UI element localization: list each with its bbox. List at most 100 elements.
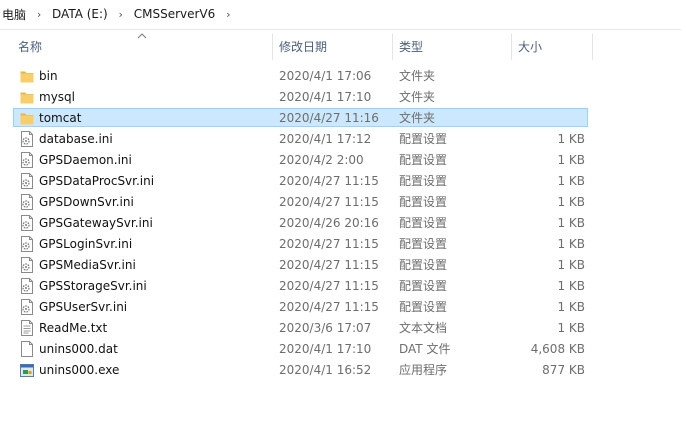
file-size: 1 KB <box>557 132 585 146</box>
file-date: 2020/4/27 11:15 <box>279 195 379 209</box>
file-name[interactable]: bin <box>39 66 58 87</box>
file-size: 1 KB <box>557 258 585 272</box>
file-row[interactable]: GPSDataProcSvr.ini 2020/4/27 11:15 配置设置 1 K… <box>0 171 681 192</box>
file-size: 1 KB <box>557 237 585 251</box>
file-row[interactable]: GPSMediaSvr.ini 2020/4/27 11:15 配置设置 1 KB <box>0 255 681 276</box>
column-header-type[interactable]: 类型 <box>399 30 423 60</box>
file-row[interactable]: GPSDaemon.ini 2020/4/2 2:00 配置设置 1 KB <box>0 150 681 171</box>
file-name[interactable]: GPSDaemon.ini <box>39 150 132 171</box>
file-type: 配置设置 <box>399 132 448 146</box>
file-date: 2020/4/1 16:52 <box>279 363 372 377</box>
breadcrumb-item-computer[interactable]: 电脑 <box>0 6 28 23</box>
folder-icon <box>20 89 34 105</box>
file-row[interactable]: ReadMe.txt 2020/3/6 17:07 文本文档 1 KB <box>0 318 681 339</box>
file-type: 配置设置 <box>399 216 448 230</box>
file-date: 2020/4/1 17:10 <box>279 342 372 356</box>
file-date: 2020/4/27 11:15 <box>279 300 379 314</box>
file-date: 2020/4/27 11:15 <box>279 237 379 251</box>
file-size: 1 KB <box>557 195 585 209</box>
file-size: 1 KB <box>557 153 585 167</box>
config-file-icon <box>20 152 34 168</box>
column-header-date[interactable]: 修改日期 <box>279 30 327 60</box>
file-row[interactable]: GPSLoginSvr.ini 2020/4/27 11:15 配置设置 1 KB <box>0 234 681 255</box>
file-row[interactable]: GPSGatewaySvr.ini 2020/4/26 20:16 配置设置 1 KB <box>0 213 681 234</box>
file-row[interactable]: GPSDownSvr.ini 2020/4/27 11:15 配置设置 1 KB <box>0 192 681 213</box>
file-row[interactable]: database.ini 2020/4/1 17:12 配置设置 1 KB <box>0 129 681 150</box>
config-file-icon <box>20 131 34 147</box>
file-type: 配置设置 <box>399 258 448 272</box>
file-name[interactable]: GPSUserSvr.ini <box>39 297 127 318</box>
file-size: 1 KB <box>557 300 585 314</box>
file-name[interactable]: GPSLoginSvr.ini <box>39 234 132 255</box>
file-row[interactable]: GPSStorageSvr.ini 2020/4/27 11:15 配置设置 1 KB <box>0 276 681 297</box>
application-icon <box>20 362 34 378</box>
file-date: 2020/4/27 11:15 <box>279 258 379 272</box>
column-divider[interactable] <box>592 34 593 60</box>
column-header-name[interactable]: 名称 <box>18 30 42 60</box>
file-size: 4,608 KB <box>530 342 585 356</box>
chevron-right-icon[interactable]: › <box>28 8 50 21</box>
chevron-right-icon[interactable]: › <box>110 8 132 21</box>
file-name[interactable]: unins000.dat <box>39 339 118 360</box>
file-date: 2020/4/27 11:16 <box>279 111 379 125</box>
sort-ascending-icon <box>137 33 147 39</box>
file-size: 1 KB <box>557 174 585 188</box>
config-file-icon <box>20 299 34 315</box>
column-divider[interactable] <box>392 34 393 60</box>
breadcrumb-item-drive[interactable]: DATA (E:) <box>50 7 110 21</box>
blank-file-icon <box>20 341 34 357</box>
column-divider[interactable] <box>511 34 512 60</box>
chevron-right-icon[interactable]: › <box>217 8 239 21</box>
file-date: 2020/4/27 11:15 <box>279 279 379 293</box>
file-date: 2020/3/6 17:07 <box>279 321 372 335</box>
file-type: 配置设置 <box>399 237 448 251</box>
file-date: 2020/4/1 17:12 <box>279 132 372 146</box>
file-name[interactable]: GPSStorageSvr.ini <box>39 276 147 297</box>
file-type: 配置设置 <box>399 195 448 209</box>
file-date: 2020/4/2 2:00 <box>279 153 364 167</box>
file-date: 2020/4/1 17:06 <box>279 69 372 83</box>
breadcrumb-item-folder[interactable]: CMSServerV6 <box>132 7 218 21</box>
file-row[interactable]: mysql 2020/4/1 17:10 文件夹 <box>0 87 681 108</box>
file-name[interactable]: GPSDownSvr.ini <box>39 192 134 213</box>
file-type: 文本文档 <box>399 321 448 335</box>
file-size: 1 KB <box>557 216 585 230</box>
file-row[interactable]: unins000.exe 2020/4/1 16:52 应用程序 877 KB <box>0 360 681 381</box>
file-size: 1 KB <box>557 321 585 335</box>
file-type: 配置设置 <box>399 174 448 188</box>
text-file-icon <box>20 320 34 336</box>
config-file-icon <box>20 173 34 189</box>
file-date: 2020/4/27 11:15 <box>279 174 379 188</box>
file-date: 2020/4/1 17:10 <box>279 90 372 104</box>
breadcrumb: 电脑 › DATA (E:) › CMSServerV6 › <box>0 0 681 28</box>
file-size: 1 KB <box>557 279 585 293</box>
column-header-size[interactable]: 大小 <box>518 30 542 60</box>
config-file-icon <box>20 278 34 294</box>
config-file-icon <box>20 257 34 273</box>
folder-icon <box>20 68 34 84</box>
column-header: 名称 修改日期 类型 大小 <box>0 30 681 60</box>
file-row[interactable]: unins000.dat 2020/4/1 17:10 DAT 文件 4,608 KB <box>0 339 681 360</box>
file-name[interactable]: GPSGatewaySvr.ini <box>39 213 153 234</box>
column-divider[interactable] <box>272 34 273 60</box>
config-file-icon <box>20 236 34 252</box>
folder-icon <box>20 110 34 126</box>
file-row[interactable]: bin 2020/4/1 17:06 文件夹 <box>0 66 681 87</box>
file-name[interactable]: database.ini <box>39 129 113 150</box>
file-type: 文件夹 <box>399 69 436 83</box>
file-row[interactable]: GPSUserSvr.ini 2020/4/27 11:15 配置设置 1 KB <box>0 297 681 318</box>
file-date: 2020/4/26 20:16 <box>279 216 379 230</box>
file-name[interactable]: GPSMediaSvr.ini <box>39 255 136 276</box>
file-list: bin 2020/4/1 17:06 文件夹 mysql 2020/4/1 17:10 文… <box>0 66 681 381</box>
file-name[interactable]: tomcat <box>39 108 81 129</box>
file-name[interactable]: mysql <box>39 87 75 108</box>
file-name[interactable]: unins000.exe <box>39 360 119 381</box>
file-type: 文件夹 <box>399 90 436 104</box>
file-row[interactable]: tomcat 2020/4/27 11:16 文件夹 <box>0 108 681 129</box>
file-name[interactable]: GPSDataProcSvr.ini <box>39 171 154 192</box>
file-type: 应用程序 <box>399 363 448 377</box>
file-size: 877 KB <box>542 363 585 377</box>
config-file-icon <box>20 215 34 231</box>
file-type: 配置设置 <box>399 153 448 167</box>
file-name[interactable]: ReadMe.txt <box>39 318 107 339</box>
